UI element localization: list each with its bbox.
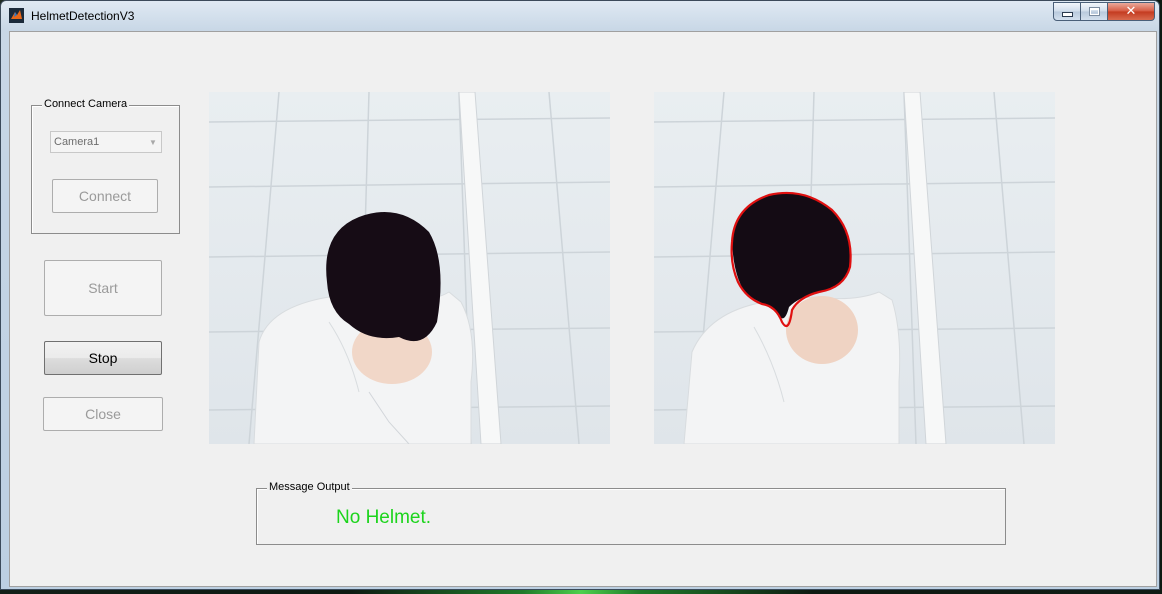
start-button[interactable]: Start [44,260,162,316]
camera-select-value: Camera1 [54,136,100,148]
app-window: HelmetDetectionV3 ✕ Connect Camera Camer… [0,0,1160,590]
matlab-icon[interactable] [9,8,24,23]
maximize-icon [1088,7,1100,16]
connect-button-label: Connect [78,188,132,204]
close-button[interactable]: Close [43,397,163,431]
figure-client-area: Connect Camera Camera1 ▼ Connect Start S… [9,31,1157,587]
connect-camera-group: Connect Camera Camera1 ▼ Connect [31,98,180,234]
detection-message: No Helmet. [336,507,432,528]
window-title: HelmetDetectionV3 [31,9,135,23]
detection-result-image [654,92,1055,444]
camera-feed-axes [209,92,610,444]
message-output-group: Message Output No Helmet. [256,481,1006,545]
camera-select[interactable]: Camera1 ▼ [50,131,162,153]
window-caption-buttons: ✕ [1053,2,1155,21]
message-output-label: Message Output [267,481,352,493]
close-button-label: Close [85,406,121,422]
stop-button-label: Stop [88,350,118,366]
detection-result-axes [654,92,1055,444]
close-window-button[interactable]: ✕ [1108,2,1155,21]
chevron-down-icon[interactable]: ▼ [145,132,161,152]
connect-camera-label: Connect Camera [42,98,130,110]
connect-button[interactable]: Connect [52,179,158,213]
maximize-button[interactable] [1081,2,1108,21]
minimize-button[interactable] [1053,2,1081,21]
title-bar[interactable]: HelmetDetectionV3 ✕ [1,1,1161,29]
close-icon: ✕ [1125,4,1137,19]
stop-button[interactable]: Stop [44,341,162,375]
camera-feed-image [209,92,610,444]
minimize-icon [1061,12,1073,17]
start-button-label: Start [88,280,118,296]
